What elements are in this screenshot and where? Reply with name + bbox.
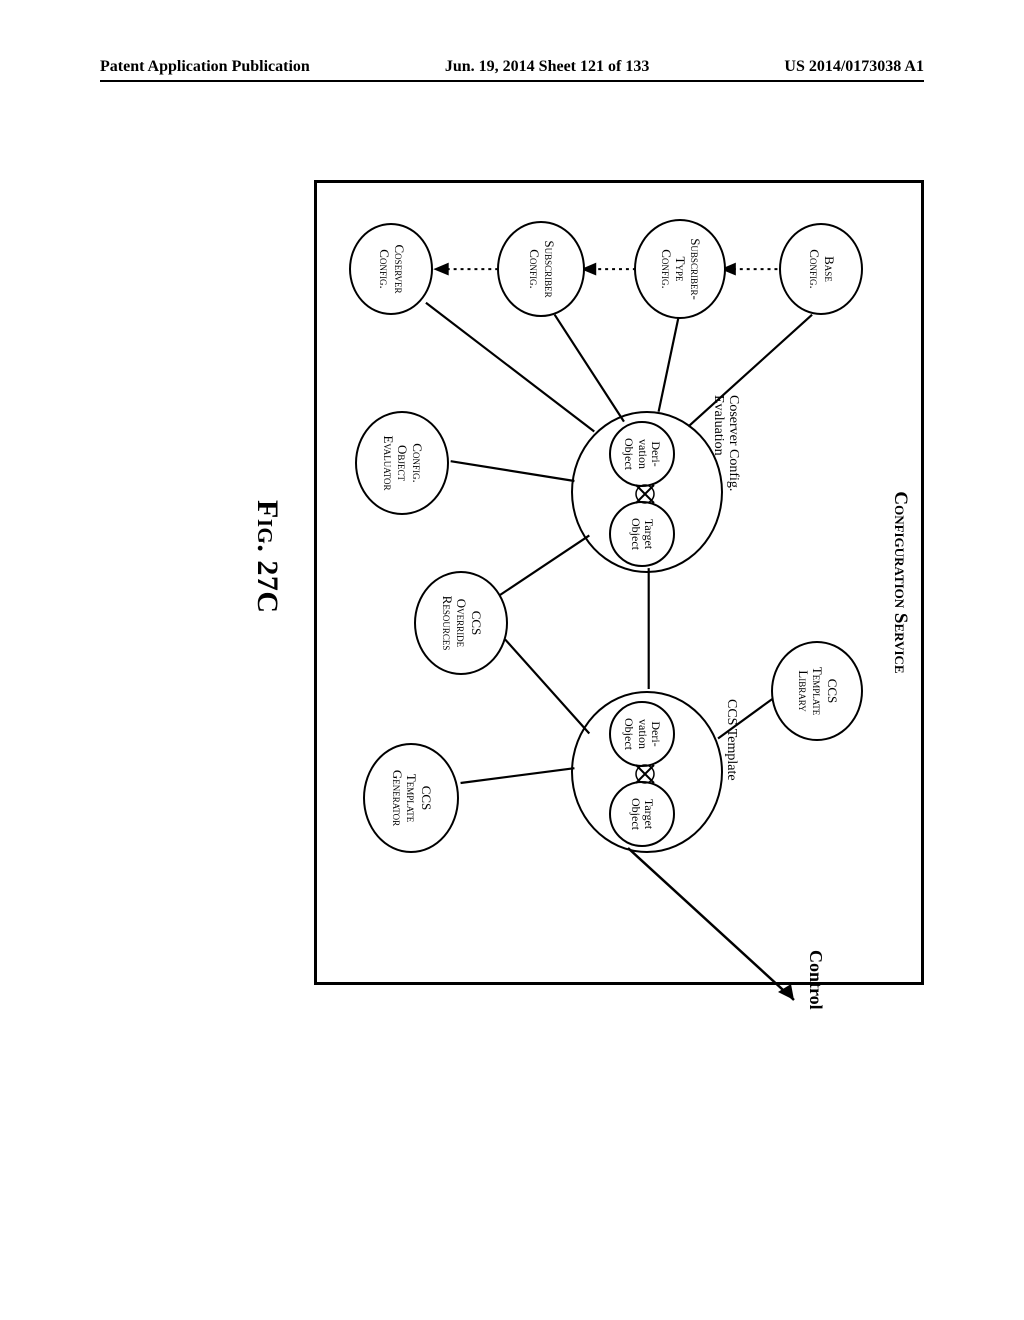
- group-ccs-template: CCS Template Deri-vationObject TargetObj…: [571, 691, 723, 853]
- page-header: Patent Application Publication Jun. 19, …: [100, 58, 924, 82]
- header-left: Patent Application Publication: [100, 58, 310, 76]
- bowtie-icon: [635, 764, 655, 784]
- node-ccs-template-generator: CCSTemplateGenerator: [363, 743, 459, 853]
- node-base-config: BaseConfig.: [779, 223, 863, 315]
- node-coserver-config: CoserverConfig.: [349, 223, 433, 315]
- header-right: US 2014/0173038 A1: [784, 58, 924, 76]
- group-title-coserver-eval: Coserver Config.Evaluation: [710, 395, 741, 491]
- figure-label: Fig. 27C: [250, 500, 284, 614]
- header-center: Jun. 19, 2014 Sheet 121 of 133: [445, 58, 649, 76]
- rotated-figure: Configuration Service: [100, 180, 924, 1010]
- node-subscriber-config: SubscriberConfig.: [497, 221, 585, 317]
- figure-area: Configuration Service: [100, 180, 924, 1010]
- sub-derivation-object-1: Deri-vationObject: [609, 421, 675, 487]
- sub-target-object-2: TargetObject: [609, 781, 675, 847]
- service-title: Configuration Service: [889, 491, 911, 673]
- group-coserver-config-evaluation: Coserver Config.Evaluation Deri-vationOb…: [571, 411, 723, 573]
- sub-derivation-object-2: Deri-vationObject: [609, 701, 675, 767]
- node-ccs-template-library: CCSTemplateLibrary: [771, 641, 863, 741]
- control-label: Control: [805, 950, 826, 1010]
- node-subscriber-type-config: Subscriber-TypeConfig.: [634, 219, 726, 319]
- configuration-service-box: Configuration Service: [314, 180, 924, 985]
- sub-target-object-1: TargetObject: [609, 501, 675, 567]
- node-config-object-evaluator: Config.ObjectEvaluator: [355, 411, 449, 515]
- bowtie-icon: [635, 484, 655, 504]
- group-title-ccs-template: CCS Template: [723, 699, 739, 781]
- node-ccs-override-resources: CCSOverrideResources: [414, 571, 508, 675]
